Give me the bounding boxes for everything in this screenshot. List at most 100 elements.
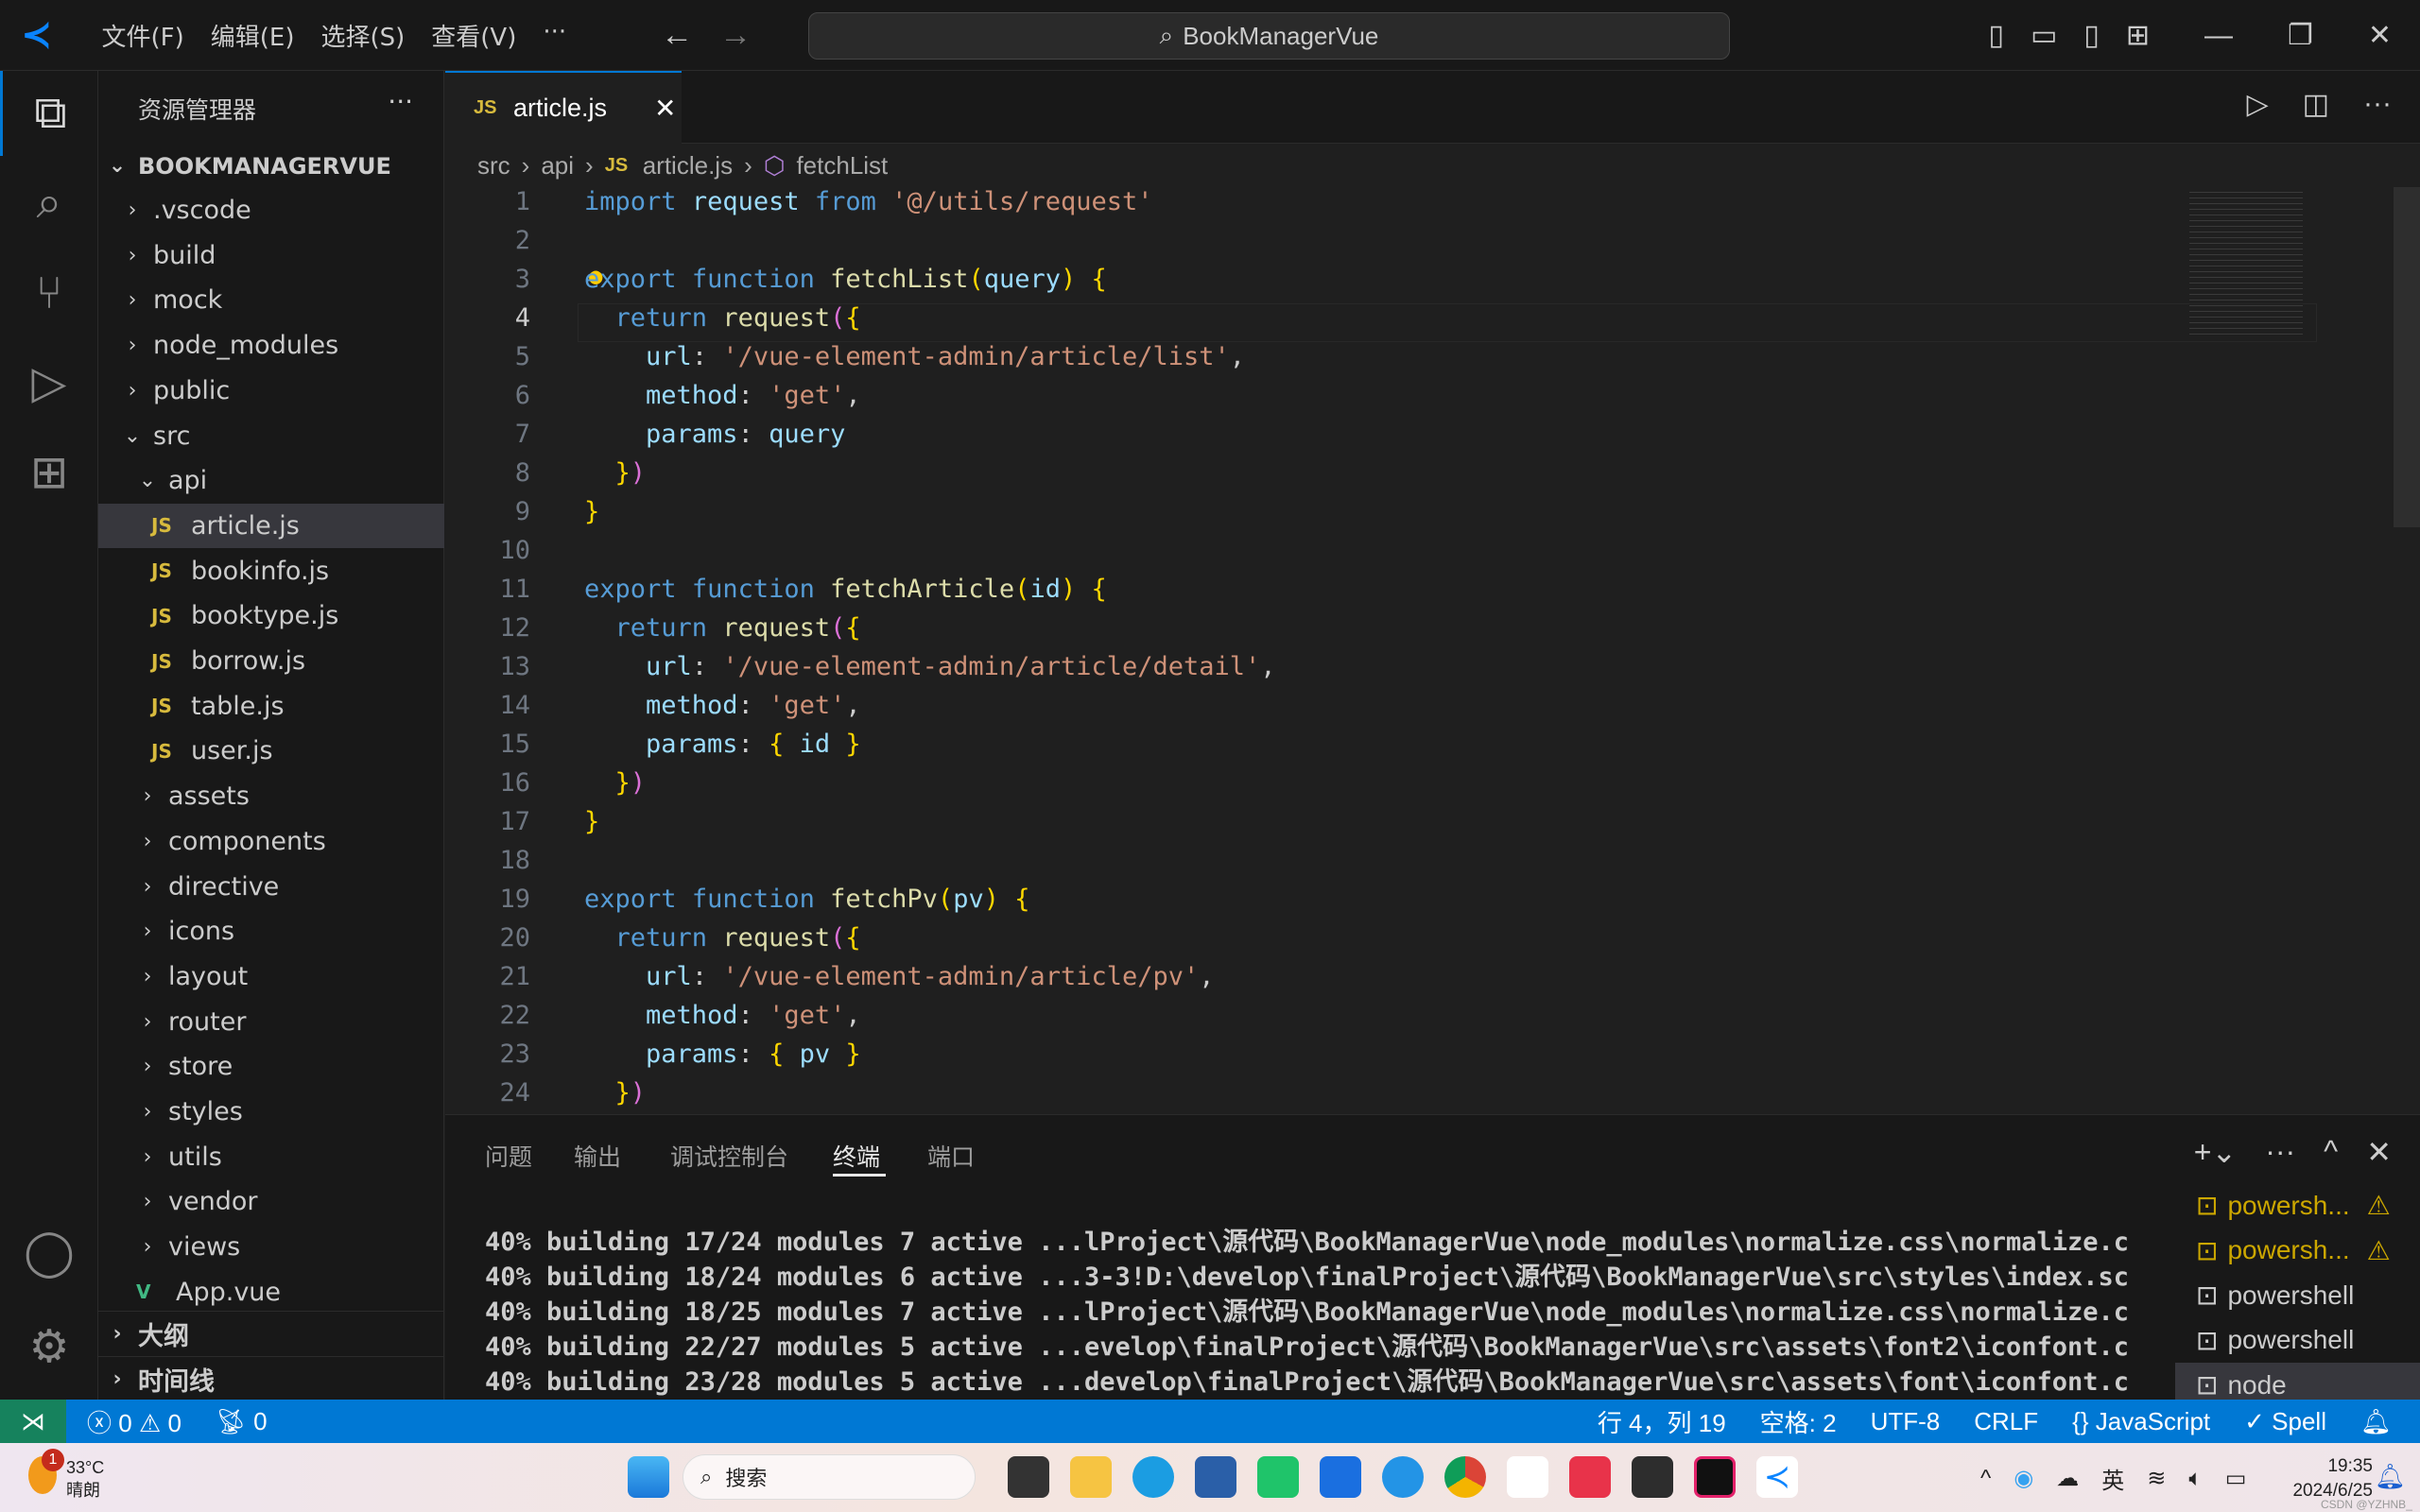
- file-explorer-icon[interactable]: [1070, 1456, 1112, 1498]
- customize-layout-icon[interactable]: ⊞: [2126, 19, 2150, 52]
- tree-item[interactable]: › directive: [98, 865, 444, 909]
- app-l-icon[interactable]: [1320, 1456, 1361, 1498]
- panel-tab[interactable]: 调试控制台: [670, 1139, 788, 1173]
- remote-button[interactable]: ⋊: [0, 1400, 66, 1443]
- restore-button[interactable]: ❐: [2288, 19, 2313, 52]
- root-folder[interactable]: ⌄ BOOKMANAGERVUE: [98, 144, 444, 188]
- tree-item[interactable]: › .vscode: [98, 188, 444, 232]
- tree-item[interactable]: › vendor: [98, 1179, 444, 1224]
- netease-music-icon[interactable]: [1569, 1456, 1611, 1498]
- tree-item[interactable]: › router: [98, 1000, 444, 1044]
- terminal-instance[interactable]: ⊡ powershell: [2175, 1273, 2420, 1317]
- tree-item[interactable]: JS borrow.js: [98, 639, 444, 683]
- tree-item[interactable]: JS booktype.js: [98, 593, 444, 638]
- tree-item[interactable]: › mock: [98, 278, 444, 322]
- back-icon[interactable]: ←: [661, 17, 693, 54]
- ports-status[interactable]: 📡︎ 0: [216, 1407, 268, 1436]
- forward-icon[interactable]: →: [719, 17, 752, 54]
- intellij-icon[interactable]: [1694, 1456, 1736, 1498]
- start-button[interactable]: [628, 1456, 669, 1498]
- more-actions-icon[interactable]: ···: [2363, 88, 2392, 121]
- editor-scrollbar[interactable]: [2394, 187, 2420, 527]
- close-panel-icon[interactable]: ✕: [2366, 1134, 2392, 1170]
- minimap[interactable]: [2189, 187, 2303, 338]
- tree-item[interactable]: JS bookinfo.js: [98, 549, 444, 593]
- maximize-panel-icon[interactable]: ^: [2324, 1134, 2338, 1170]
- code-editor[interactable]: ● 1 import request from '@/utils/request'…: [445, 187, 2420, 1113]
- minimize-button[interactable]: —: [2204, 20, 2233, 52]
- toggle-panel-icon[interactable]: ▭: [2031, 19, 2057, 52]
- close-tab-icon[interactable]: ✕: [654, 93, 676, 124]
- chrome-icon[interactable]: [1444, 1456, 1486, 1498]
- command-center-search[interactable]: ⌕ BookManagerVue: [808, 12, 1730, 60]
- menu-item[interactable]: ···: [543, 18, 566, 53]
- spell-check[interactable]: ✓ Spell: [2244, 1407, 2326, 1436]
- input-language[interactable]: 英: [2101, 1462, 2124, 1495]
- vscode-taskbar-icon[interactable]: ≺: [1756, 1456, 1798, 1498]
- terminal-instance[interactable]: ⊡ powersh... ⚠: [2175, 1183, 2420, 1228]
- wifi-icon[interactable]: ≋: [2147, 1465, 2166, 1492]
- tree-item[interactable]: › components: [98, 819, 444, 864]
- tree-item[interactable]: ⌄ api: [98, 458, 444, 503]
- toggle-sidebar-icon[interactable]: ▯: [1988, 19, 2004, 52]
- volume-icon[interactable]: 🔈︎: [2188, 1466, 2202, 1492]
- language-mode[interactable]: {} JavaScript: [2072, 1407, 2210, 1436]
- split-editor-icon[interactable]: ◫: [2303, 88, 2329, 121]
- notification-bell-icon[interactable]: 🔔︎: [2375, 1462, 2406, 1491]
- menu-item[interactable]: 查看(V): [431, 18, 516, 53]
- line-ending[interactable]: CRLF: [1974, 1407, 2038, 1436]
- breadcrumb-symbol[interactable]: fetchList: [796, 151, 888, 180]
- extensions-icon[interactable]: ⊞: [0, 430, 98, 515]
- settings-gear-icon[interactable]: ⚙: [0, 1304, 98, 1389]
- tree-item[interactable]: › views: [98, 1225, 444, 1269]
- tree-item[interactable]: › styles: [98, 1090, 444, 1134]
- tree-item[interactable]: V App.vue: [98, 1270, 444, 1314]
- tree-item[interactable]: › icons: [98, 909, 444, 954]
- tree-item[interactable]: › assets: [98, 774, 444, 818]
- store-icon[interactable]: [1195, 1456, 1236, 1498]
- timeline-section[interactable]: › 时间线: [98, 1356, 444, 1400]
- menu-item[interactable]: 文件(F): [102, 18, 184, 53]
- tree-item[interactable]: ⌄ src: [98, 414, 444, 458]
- edge-icon[interactable]: [1132, 1456, 1174, 1498]
- terminal-icon[interactable]: [1632, 1456, 1673, 1498]
- close-window-button[interactable]: ✕: [2368, 19, 2392, 52]
- tree-item[interactable]: › store: [98, 1044, 444, 1089]
- problems-status[interactable]: ⓧ 0 ⚠ 0: [87, 1404, 182, 1439]
- terminal-instance[interactable]: ⊡ powersh... ⚠: [2175, 1228, 2420, 1273]
- source-control-icon[interactable]: ⑂: [0, 250, 98, 335]
- tree-item[interactable]: › build: [98, 233, 444, 278]
- tree-item[interactable]: JS user.js: [98, 729, 444, 773]
- terminal-instance[interactable]: ⊡ powershell: [2175, 1318, 2420, 1363]
- taskbar-search[interactable]: ⌕ 搜索: [683, 1454, 976, 1500]
- outline-section[interactable]: › 大纲: [98, 1311, 444, 1355]
- tree-item[interactable]: › node_modules: [98, 323, 444, 368]
- ie-edge-icon[interactable]: [1382, 1456, 1424, 1498]
- onedrive-icon[interactable]: ☁: [2056, 1465, 2079, 1492]
- toggle-secondary-sidebar-icon[interactable]: ▯: [2083, 19, 2100, 52]
- tray-overflow-icon[interactable]: ^: [1980, 1466, 1991, 1492]
- tab-article-js[interactable]: JS article.js ✕: [445, 71, 682, 144]
- breadcrumb-api[interactable]: api: [541, 151, 574, 180]
- panel-tab[interactable]: 终端: [833, 1139, 880, 1173]
- account-icon[interactable]: ◯: [0, 1210, 98, 1295]
- explorer-more-icon[interactable]: ···: [388, 86, 413, 117]
- task-view-icon[interactable]: [1008, 1456, 1049, 1498]
- clock[interactable]: 19:35 2024/6/25: [2269, 1454, 2373, 1503]
- wechat-app-icon[interactable]: [1257, 1456, 1299, 1498]
- menu-item[interactable]: 编辑(E): [211, 18, 295, 53]
- new-terminal-icon[interactable]: +⌄: [2194, 1134, 2238, 1170]
- explorer-icon[interactable]: ⧉: [0, 71, 98, 156]
- breadcrumb-file[interactable]: article.js: [643, 151, 733, 180]
- search-view-icon[interactable]: ⌕: [0, 161, 98, 246]
- run-icon[interactable]: ▷: [2247, 88, 2269, 121]
- tree-item[interactable]: › layout: [98, 954, 444, 999]
- breadcrumb-src[interactable]: src: [477, 151, 510, 180]
- run-debug-icon[interactable]: ▷: [0, 340, 98, 425]
- cursor-position[interactable]: 行 4，列 19: [1598, 1404, 1726, 1439]
- tree-item[interactable]: JS article.js: [98, 503, 444, 548]
- tree-item[interactable]: › utils: [98, 1135, 444, 1179]
- menu-item[interactable]: 选择(S): [320, 18, 405, 53]
- notifications-bell-icon[interactable]: 🔔︎: [2360, 1407, 2392, 1436]
- encoding[interactable]: UTF-8: [1871, 1407, 1941, 1436]
